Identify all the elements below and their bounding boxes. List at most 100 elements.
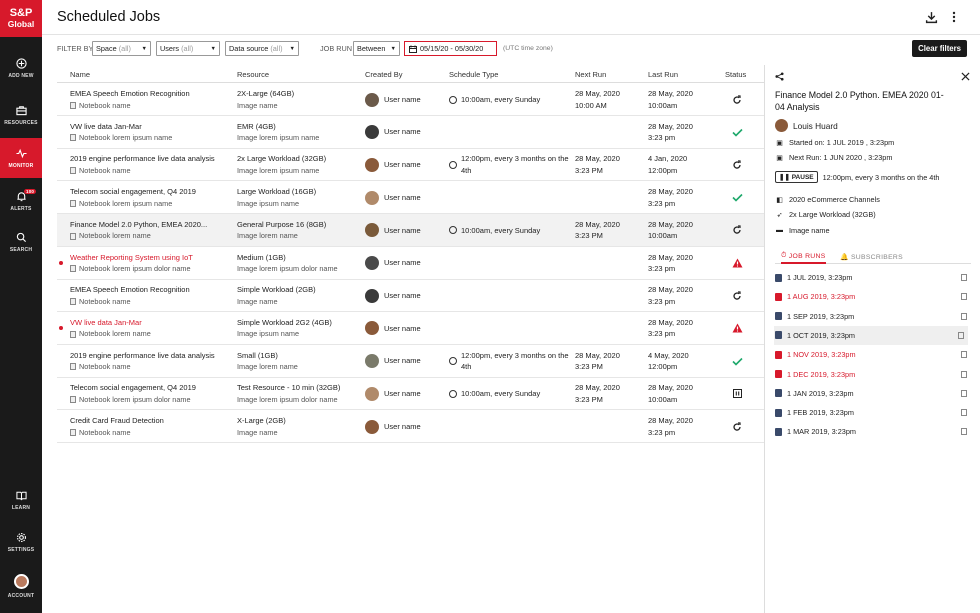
tab-subscribers[interactable]: 🔔 SUBSCRIBERS: [840, 250, 903, 264]
panel-resource: 2x Large Workload (32GB): [789, 210, 876, 219]
notebook-name: Notebook lorem name: [79, 231, 151, 241]
brand-logo[interactable]: S&P Global: [0, 0, 42, 37]
job-run-item[interactable]: 1 OCT 2019, 3:23pm: [774, 325, 968, 345]
user-avatar: [365, 223, 379, 238]
last-run-time: 10:00am: [648, 394, 678, 404]
warning-icon[interactable]: [725, 247, 749, 280]
col-last-run[interactable]: Last Run: [648, 66, 678, 83]
nav-alerts[interactable]: 100 ALERTS: [0, 181, 42, 221]
job-name[interactable]: Telecom social engagement, Q4 2019: [70, 382, 232, 394]
nav-monitor-label: MONITOR: [8, 162, 34, 169]
job-name[interactable]: 2019 engine performance live data analys…: [70, 350, 232, 362]
job-name[interactable]: Finance Model 2.0 Python, EMEA 2020...: [70, 219, 232, 231]
log-icon[interactable]: [961, 389, 967, 397]
date-range-input[interactable]: 05/15/20 - 05/30/20: [404, 41, 497, 56]
job-name[interactable]: EMEA Speech Emotion Recognition: [70, 284, 232, 296]
job-name[interactable]: 2019 engine performance live data analys…: [70, 153, 232, 165]
job-name[interactable]: Credit Card Fraud Detection: [70, 415, 232, 427]
table-row[interactable]: Telecom social engagement, Q4 2019 Notebo…: [57, 377, 764, 411]
table-row[interactable]: VW live data Jan-Mar Notebook lorem name S…: [57, 312, 764, 345]
col-schedule-type[interactable]: Schedule Type: [449, 66, 498, 83]
users-select[interactable]: Users (all) ▼: [156, 41, 220, 56]
table-row[interactable]: 2019 engine performance live data analys…: [57, 345, 764, 378]
log-icon[interactable]: [961, 409, 967, 417]
schedule-text: 10:00am, every Sunday: [461, 389, 541, 399]
last-run-date: 28 May, 2020: [648, 121, 693, 131]
close-icon[interactable]: [961, 72, 970, 83]
users-select-label: Users: [160, 44, 180, 53]
job-name[interactable]: VW live data Jan-Mar: [70, 317, 232, 329]
resource-name: 2X-Large (64GB): [237, 89, 295, 98]
log-icon[interactable]: [961, 293, 967, 301]
image-name: Image lorem ipsum dolor name: [237, 394, 338, 404]
nav-learn-label: LEARN: [11, 504, 31, 511]
col-status[interactable]: Status: [725, 66, 746, 83]
job-run-item[interactable]: 1 DEC 2019, 3:23pm: [775, 365, 971, 384]
job-run-label: JOB RUN: [320, 44, 353, 53]
between-select[interactable]: Between ▼: [353, 41, 400, 56]
pause-icon[interactable]: [725, 377, 749, 410]
space-select[interactable]: Space (all) ▼: [92, 41, 151, 56]
col-resource[interactable]: Resource: [237, 66, 269, 83]
check-icon[interactable]: [725, 345, 749, 378]
check-icon[interactable]: [725, 181, 749, 214]
log-icon[interactable]: [961, 274, 967, 281]
col-name[interactable]: Name: [70, 66, 90, 83]
last-run-time: 3:23 pm: [648, 427, 676, 437]
run-doc-icon: [775, 389, 782, 398]
table-row[interactable]: EMEA Speech Emotion Recognition Notebook …: [57, 279, 764, 313]
tab-job-runs[interactable]: ⏱ JOB RUNS: [781, 250, 826, 264]
clear-filters-button[interactable]: Clear filters: [912, 40, 967, 57]
panel-image: Image name: [789, 226, 830, 235]
job-run-item[interactable]: 1 NOV 2019, 3:23pm: [775, 345, 971, 364]
nav-learn[interactable]: LEARN: [0, 480, 42, 520]
log-icon[interactable]: [961, 351, 967, 359]
refresh-icon[interactable]: [725, 279, 749, 312]
table-row[interactable]: Credit Card Fraud Detection Notebook name…: [57, 410, 764, 443]
clock-icon: [449, 226, 457, 235]
job-name[interactable]: Weather Reporting System using IoT: [70, 252, 232, 264]
refresh-icon[interactable]: [725, 83, 749, 116]
log-icon[interactable]: [961, 370, 967, 378]
log-icon[interactable]: [961, 312, 967, 320]
job-run-item[interactable]: 1 AUG 2019, 3:23pm: [775, 287, 971, 306]
table-row[interactable]: Weather Reporting System using IoT Notebo…: [57, 247, 764, 280]
job-name[interactable]: EMEA Speech Emotion Recognition: [70, 88, 232, 100]
job-run-item[interactable]: 1 SEP 2019, 3:23pm: [775, 307, 971, 326]
more-vert-icon[interactable]: [947, 10, 961, 24]
table-row[interactable]: Finance Model 2.0 Python, EMEA 2020... No…: [57, 213, 764, 247]
log-icon[interactable]: [961, 428, 967, 436]
nav-settings[interactable]: SETTINGS: [0, 522, 42, 562]
briefcase-icon: [15, 105, 27, 115]
pause-button[interactable]: ❚❚ PAUSE: [775, 171, 818, 183]
refresh-icon[interactable]: [725, 410, 749, 443]
job-name[interactable]: Telecom social engagement, Q4 2019: [70, 186, 232, 198]
job-run-item[interactable]: 1 FEB 2019, 3:23pm: [775, 403, 971, 422]
check-icon[interactable]: [725, 116, 749, 149]
table-row[interactable]: EMEA Speech Emotion Recognition Notebook …: [57, 83, 764, 116]
refresh-icon[interactable]: [725, 148, 749, 181]
share-icon[interactable]: [775, 72, 784, 83]
col-next-run[interactable]: Next Run: [575, 66, 606, 83]
log-icon[interactable]: [958, 331, 964, 339]
table-row[interactable]: Telecom social engagement, Q4 2019 Notebo…: [57, 181, 764, 215]
table-row[interactable]: VW live data Jan-Mar Notebook lorem ipsum…: [57, 116, 764, 149]
nav-monitor[interactable]: MONITOR: [0, 138, 42, 178]
refresh-icon[interactable]: [725, 214, 749, 247]
nav-account[interactable]: ACCOUNT: [0, 566, 42, 606]
job-name[interactable]: VW live data Jan-Mar: [70, 121, 232, 133]
nav-add-new[interactable]: ADD NEW: [0, 48, 42, 88]
filter-by-label: FILTER BY: [57, 44, 94, 53]
job-run-item[interactable]: 1 MAR 2019, 3:23pm: [775, 422, 971, 441]
warning-icon[interactable]: [725, 312, 749, 345]
download-icon[interactable]: [924, 10, 938, 24]
data-source-select[interactable]: Data source (all) ▼: [225, 41, 299, 56]
data-source-select-label: Data source: [229, 44, 269, 53]
nav-search[interactable]: SEARCH: [0, 222, 42, 262]
job-run-item[interactable]: 1 JAN 2019, 3:23pm: [775, 384, 971, 403]
job-run-item[interactable]: 1 JUL 2019, 3:23pm: [775, 268, 971, 287]
table-row[interactable]: 2019 engine performance live data analys…: [57, 148, 764, 182]
tab-subscribers-label: SUBSCRIBERS: [850, 253, 903, 261]
nav-resources[interactable]: RESOURCES: [0, 95, 42, 135]
col-created-by[interactable]: Created By: [365, 66, 403, 83]
